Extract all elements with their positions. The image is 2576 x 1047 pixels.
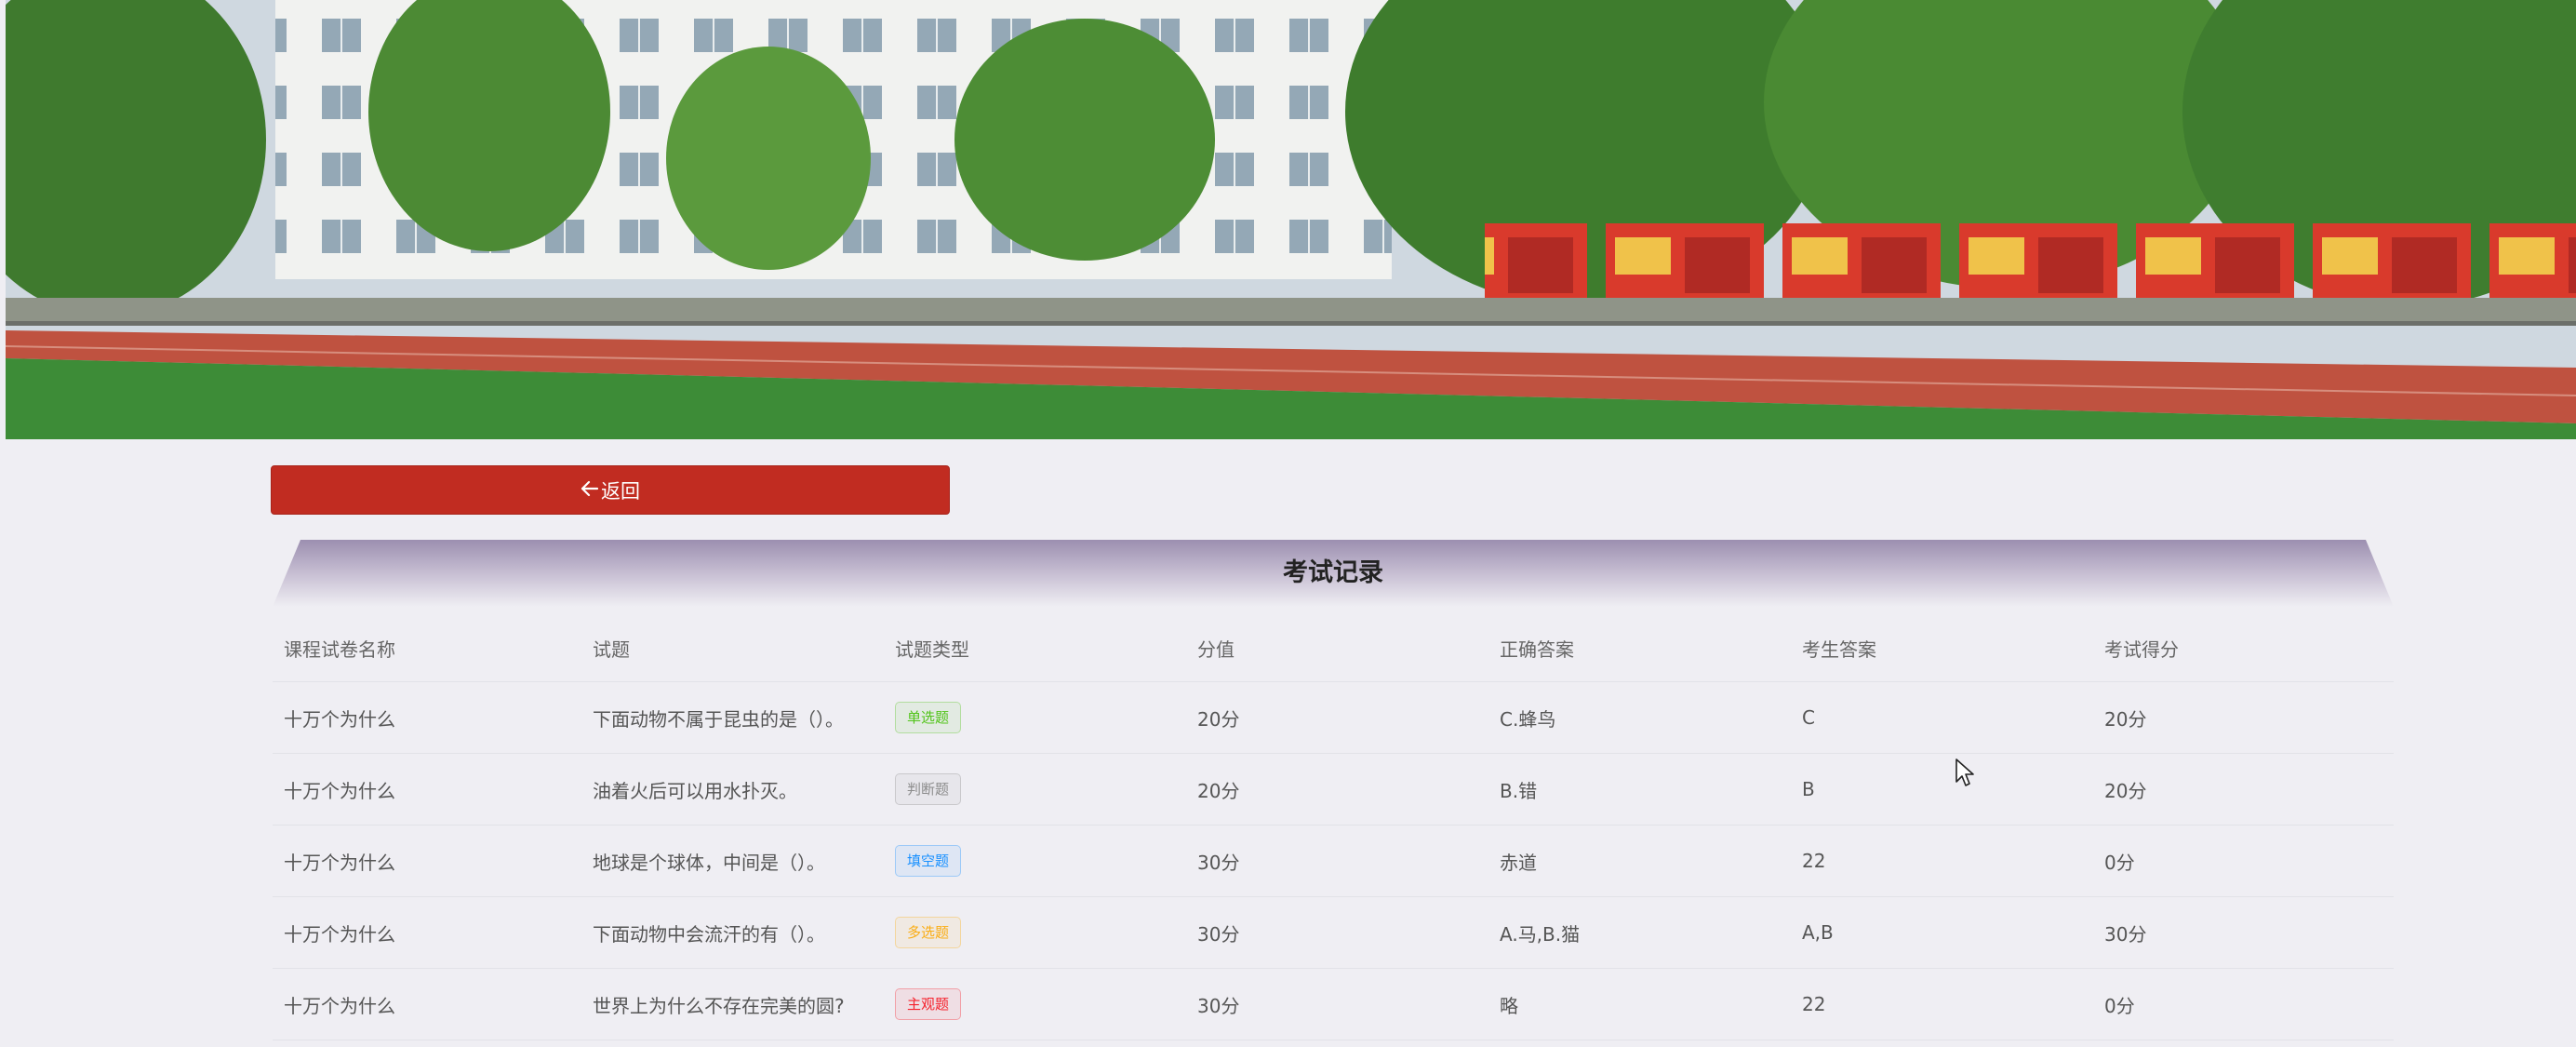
table-row: 十万个为什么 地球是个球体，中间是（）。 填空题 30分 赤道 22 0分 bbox=[273, 825, 2394, 897]
column-header: 考生答案 bbox=[1791, 614, 2093, 682]
question-type-tag: 多选题 bbox=[895, 917, 962, 948]
exam-records-table: 课程试卷名称 试题 试题类型 分值 正确答案 考生答案 考试得分 十万个为什么 下面动物不属于… bbox=[273, 614, 2394, 1040]
score-value-cell: 20分 bbox=[1186, 681, 1488, 754]
column-header: 试题 bbox=[581, 614, 884, 682]
table-row: 十万个为什么 油着火后可以用水扑灭。 判断题 20分 B.错 B 20分 bbox=[273, 753, 2394, 826]
score-value-cell: 20分 bbox=[1186, 753, 1488, 826]
question-type-tag: 填空题 bbox=[895, 845, 962, 877]
paper-name-cell: 十万个为什么 bbox=[273, 896, 581, 969]
column-header: 正确答案 bbox=[1488, 614, 1791, 682]
question-cell: 世界上为什么不存在完美的圆? bbox=[581, 968, 884, 1040]
score-value-cell: 30分 bbox=[1186, 825, 1488, 897]
question-cell: 地球是个球体，中间是（）。 bbox=[581, 825, 884, 897]
column-header: 课程试卷名称 bbox=[273, 614, 581, 682]
back-button-label: 返回 bbox=[601, 479, 640, 503]
student-answer-cell: B bbox=[1791, 753, 2093, 826]
student-answer-cell: 22 bbox=[1791, 825, 2093, 897]
campus-photo bbox=[6, 0, 2576, 439]
student-answer-cell: 22 bbox=[1791, 968, 2093, 1040]
table-row: 十万个为什么 下面动物不属于昆虫的是（）。 单选题 20分 C.蜂鸟 C 20分 bbox=[273, 681, 2394, 754]
table-row: 十万个为什么 世界上为什么不存在完美的圆? 主观题 30分略 22 0分 bbox=[273, 968, 2394, 1040]
question-type-cell: 多选题 bbox=[884, 896, 1186, 969]
table-row: 十万个为什么 下面动物中会流汗的有（）。 多选题 30分 A.马,B.猫 A,B 30分 bbox=[273, 896, 2394, 969]
correct-answer-cell: 赤道 bbox=[1488, 825, 1791, 897]
earned-score-cell: 30分 bbox=[2093, 896, 2394, 969]
question-cell: 下面动物中会流汗的有（）。 bbox=[581, 896, 884, 969]
question-type-tag: 判断题 bbox=[895, 773, 962, 805]
mouse-cursor-icon bbox=[1955, 758, 1974, 786]
correct-answer-cell: C.蜂鸟 bbox=[1488, 681, 1791, 754]
question-cell: 下面动物不属于昆虫的是（）。 bbox=[581, 681, 884, 754]
table-header-row: 课程试卷名称 试题 试题类型 分值 正确答案 考生答案 考试得分 bbox=[273, 614, 2394, 682]
paper-name-cell: 十万个为什么 bbox=[273, 968, 581, 1040]
column-header: 考试得分 bbox=[2093, 614, 2394, 682]
page-title: 考试记录 bbox=[1283, 558, 1383, 587]
column-header: 试题类型 bbox=[884, 614, 1186, 682]
table-body: 十万个为什么 下面动物不属于昆虫的是（）。 单选题 20分 C.蜂鸟 C 20分 十万个为什么… bbox=[273, 681, 2394, 1040]
earned-score-cell: 20分 bbox=[2093, 681, 2394, 754]
paper-name-cell: 十万个为什么 bbox=[273, 825, 581, 897]
exam-records-header: 考试记录 bbox=[273, 540, 2394, 607]
score-value-cell: 30分 bbox=[1186, 968, 1488, 1040]
student-answer-cell: C bbox=[1791, 681, 2093, 754]
question-type-tag: 单选题 bbox=[895, 702, 962, 733]
question-type-tag: 主观题 bbox=[895, 988, 962, 1020]
paper-name-cell: 十万个为什么 bbox=[273, 753, 581, 826]
question-type-cell: 填空题 bbox=[884, 825, 1186, 897]
student-answer-cell: A,B bbox=[1791, 896, 2093, 969]
back-button[interactable]: 返回 bbox=[271, 465, 950, 515]
score-value-cell: 30分 bbox=[1186, 896, 1488, 969]
question-type-cell: 主观题 bbox=[884, 968, 1186, 1040]
earned-score-cell: 20分 bbox=[2093, 753, 2394, 826]
paper-name-cell: 十万个为什么 bbox=[273, 681, 581, 754]
earned-score-cell: 0分 bbox=[2093, 968, 2394, 1040]
question-type-cell: 判断题 bbox=[884, 753, 1186, 826]
correct-answer-cell: B.错 bbox=[1488, 753, 1791, 826]
correct-answer-cell: 略 bbox=[1488, 968, 1791, 1040]
arrow-left-icon bbox=[581, 479, 599, 502]
hero-banner bbox=[6, 0, 2576, 439]
question-cell: 油着火后可以用水扑灭。 bbox=[581, 753, 884, 826]
column-header: 分值 bbox=[1186, 614, 1488, 682]
earned-score-cell: 0分 bbox=[2093, 825, 2394, 897]
question-type-cell: 单选题 bbox=[884, 681, 1186, 754]
correct-answer-cell: A.马,B.猫 bbox=[1488, 896, 1791, 969]
